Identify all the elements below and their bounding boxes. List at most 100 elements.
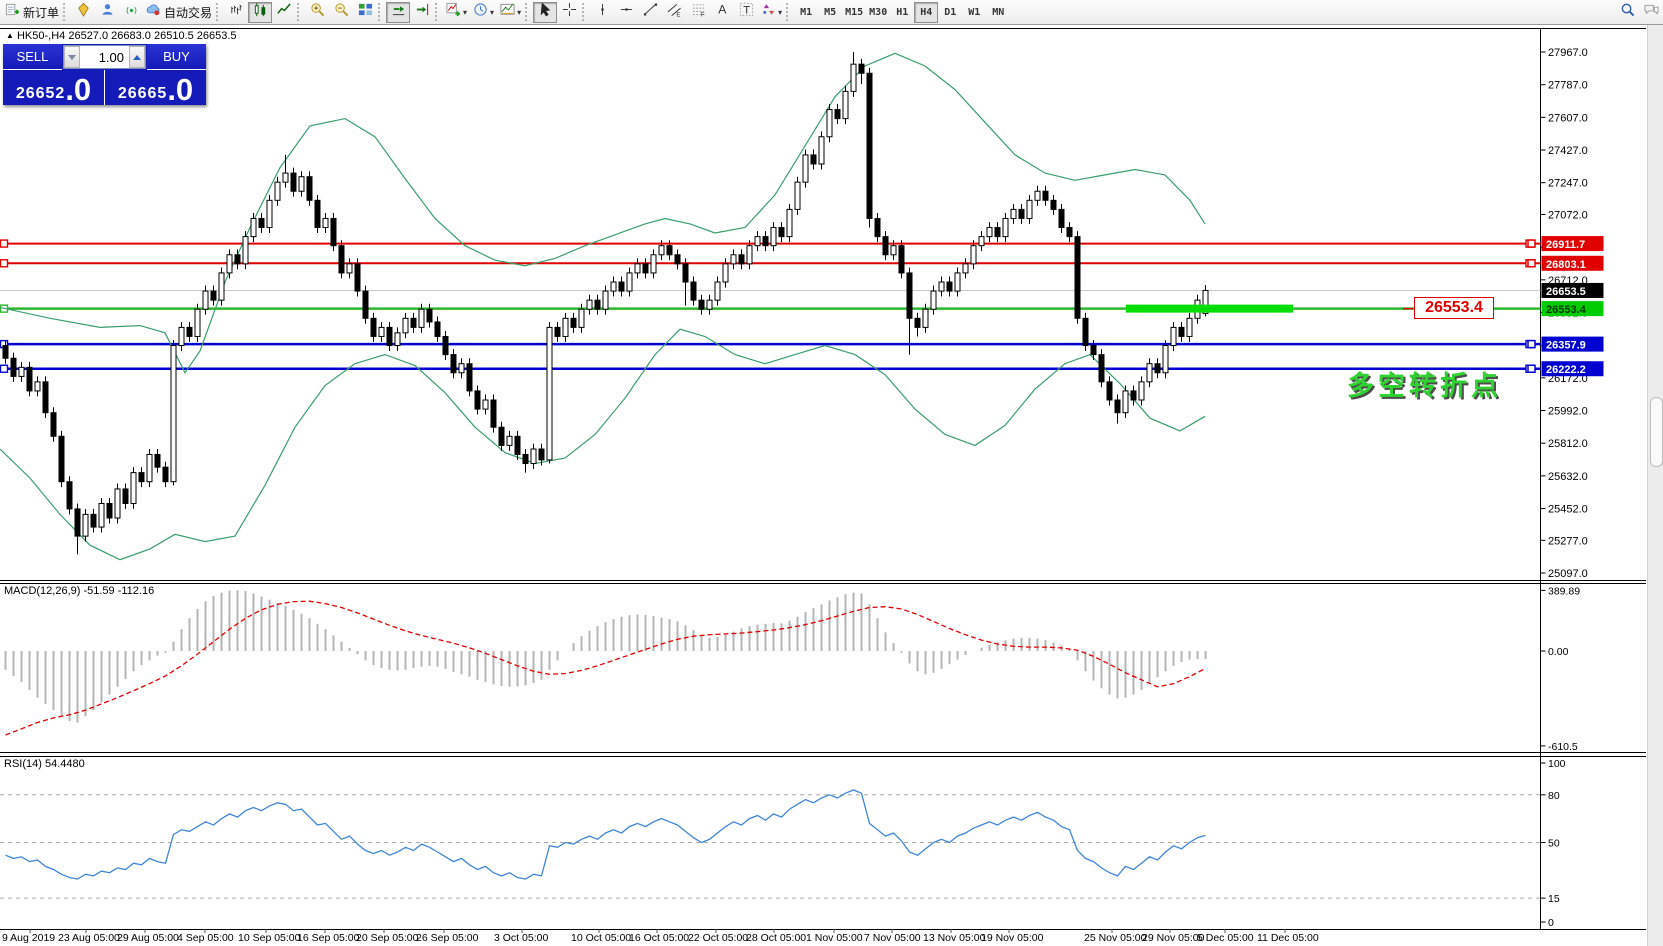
zoom-out-icon <box>334 2 349 22</box>
sell-price[interactable]: 26652.0 <box>3 70 104 105</box>
one-click-trading-panel: SELL 1.00 BUY 26652.0 26665.0 <box>3 44 206 105</box>
rsi-pane[interactable]: 1008050150 <box>0 758 1566 929</box>
toolbar-divider <box>216 3 221 21</box>
line-chart-icon <box>277 2 292 22</box>
svg-text:A: A <box>718 3 727 17</box>
auto-trading-button[interactable]: 自动交易 <box>143 2 215 23</box>
search-button[interactable] <box>1615 2 1639 23</box>
new-order-button[interactable]: 新订单 <box>2 2 62 23</box>
vertical-line-button[interactable] <box>590 2 614 23</box>
sell-button[interactable]: SELL <box>3 44 62 70</box>
chat-button[interactable] <box>1639 2 1663 23</box>
volume-increase-button[interactable] <box>129 46 145 68</box>
collapse-arrow-icon[interactable]: ▲ <box>6 31 14 40</box>
svg-text:27787.0: 27787.0 <box>1548 80 1588 92</box>
fibonacci-button[interactable]: F <box>686 2 710 23</box>
horizontal-line-button[interactable] <box>614 2 638 23</box>
templates-dropdown-caret[interactable]: ▾ <box>517 8 521 17</box>
svg-text:F: F <box>700 12 704 17</box>
community-button[interactable] <box>95 2 119 23</box>
fibonacci-icon: F <box>691 2 706 22</box>
svg-text:4 Sep 05:00: 4 Sep 05:00 <box>177 932 234 944</box>
svg-text:0.00: 0.00 <box>1548 646 1569 658</box>
timeframe-m5-button[interactable]: M5 <box>818 2 842 23</box>
svg-text:26803.1: 26803.1 <box>1546 259 1586 271</box>
zoom-in-button[interactable] <box>305 2 329 23</box>
signals-button[interactable] <box>119 2 143 23</box>
svg-text:15: 15 <box>1548 893 1560 905</box>
annotation-text: 多空转折点 <box>1347 364 1502 403</box>
toolbar-divider <box>435 3 440 21</box>
line-left-handle <box>1 240 8 247</box>
svg-text:11 Dec 05:00: 11 Dec 05:00 <box>1257 932 1319 944</box>
line-chart-button[interactable] <box>272 2 296 23</box>
svg-text:10 Sep 05:00: 10 Sep 05:00 <box>238 932 301 944</box>
chart-canvas[interactable]: 27967.027787.027607.027427.027247.027072… <box>0 0 1663 946</box>
timeframe-m5-label: M5 <box>824 7 836 18</box>
signals-icon <box>124 2 139 22</box>
svg-text:50: 50 <box>1548 838 1560 850</box>
candlestick-chart-button[interactable] <box>248 2 272 23</box>
svg-text:26911.7: 26911.7 <box>1546 239 1585 251</box>
svg-text:9 Aug 2019: 9 Aug 2019 <box>2 932 55 944</box>
line-left-handle <box>1 260 8 267</box>
arrows-button[interactable]: ▾ <box>758 2 785 23</box>
timeframe-m1-button[interactable]: M1 <box>794 2 818 23</box>
timeframe-mn-button[interactable]: MN <box>986 2 1010 23</box>
tile-windows-button[interactable] <box>353 2 377 23</box>
timeframe-w1-button[interactable]: W1 <box>962 2 986 23</box>
svg-text:25277.0: 25277.0 <box>1548 535 1588 547</box>
volume-value[interactable]: 1.00 <box>80 46 129 68</box>
highlight-segment[interactable] <box>1126 305 1293 313</box>
price-tag: 26553.4 <box>1542 301 1604 316</box>
zoom-out-button[interactable] <box>329 2 353 23</box>
indicators-button[interactable]: ▾ <box>443 2 470 23</box>
timeframe-h4-button[interactable]: H4 <box>914 2 938 23</box>
macd-pane[interactable]: 389.890.00-610.5 <box>6 585 1581 753</box>
arrows-icon <box>761 2 776 22</box>
metaeditor-button[interactable] <box>71 2 95 23</box>
right-scrollbar[interactable] <box>1647 25 1663 946</box>
buy-price-frac: .0 <box>167 77 193 102</box>
community-icon <box>100 2 115 22</box>
timeframe-m30-button[interactable]: M30 <box>866 2 890 23</box>
timeframe-h1-button[interactable]: H1 <box>890 2 914 23</box>
volume-field[interactable]: 1.00 <box>63 45 146 69</box>
templates-button[interactable]: ▾ <box>497 2 524 23</box>
svg-text:23 Aug 05:00: 23 Aug 05:00 <box>58 932 120 944</box>
svg-text:20 Sep 05:00: 20 Sep 05:00 <box>356 932 419 944</box>
buy-button[interactable]: BUY <box>147 44 206 70</box>
bar-chart-button[interactable] <box>224 2 248 23</box>
arrows-dropdown-caret[interactable]: ▾ <box>778 8 782 17</box>
periods-button[interactable]: ▾ <box>470 2 497 23</box>
sell-price-main: 26652 <box>16 86 66 102</box>
indicators-dropdown-caret[interactable]: ▾ <box>463 8 467 17</box>
cursor-icon <box>538 2 553 22</box>
cursor-button[interactable] <box>533 2 557 23</box>
buy-price-main: 26665 <box>118 86 168 102</box>
main-chart-pane[interactable] <box>0 52 1541 560</box>
timeframe-m15-label: M15 <box>845 7 863 18</box>
svg-text:26 Sep 05:00: 26 Sep 05:00 <box>416 932 479 944</box>
svg-text:16 Oct 05:00: 16 Oct 05:00 <box>629 932 689 944</box>
chart-shift-button[interactable] <box>410 2 434 23</box>
horizontal-line-icon <box>619 2 634 22</box>
equidistant-channel-button[interactable]: E <box>662 2 686 23</box>
svg-text:13 Nov 05:00: 13 Nov 05:00 <box>923 932 986 944</box>
scrollbar-thumb[interactable] <box>1650 397 1663 467</box>
svg-text:25992.0: 25992.0 <box>1548 406 1588 418</box>
auto-scroll-button[interactable] <box>386 2 410 23</box>
periods-dropdown-caret[interactable]: ▾ <box>490 8 494 17</box>
volume-decrease-button[interactable] <box>64 46 80 68</box>
price-label-box[interactable]: 26553.4 <box>1414 297 1494 319</box>
triangle-up-icon <box>133 55 141 60</box>
timeframe-d1-button[interactable]: D1 <box>938 2 962 23</box>
svg-text:10 Oct 05:00: 10 Oct 05:00 <box>571 932 631 944</box>
text-label-button[interactable]: T <box>734 2 758 23</box>
trendline-button[interactable] <box>638 2 662 23</box>
crosshair-button[interactable] <box>557 2 581 23</box>
timeframe-m15-button[interactable]: M15 <box>842 2 866 23</box>
buy-price[interactable]: 26665.0 <box>104 70 206 105</box>
text-button[interactable]: A <box>710 2 734 23</box>
svg-text:0: 0 <box>1548 917 1554 929</box>
